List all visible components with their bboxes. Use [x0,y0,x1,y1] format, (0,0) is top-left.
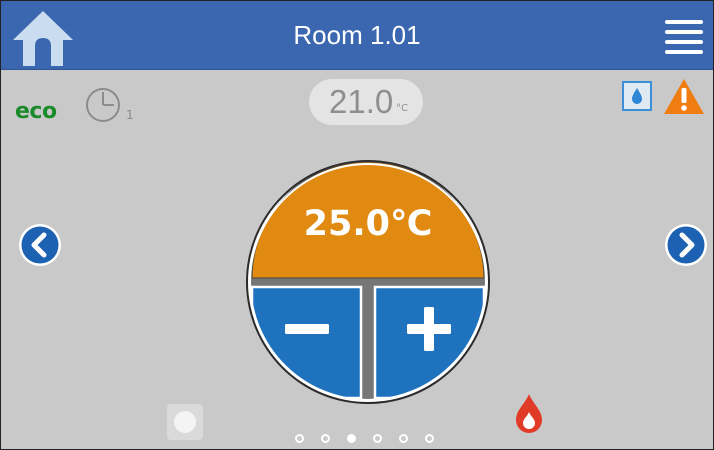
toggle-button[interactable] [167,404,203,440]
eco-mode-label[interactable]: eco [15,99,57,124]
current-temperature-pill: 21.0 °C [309,79,423,125]
decrease-temperature-button[interactable] [254,289,361,395]
increase-temperature-button[interactable] [377,289,484,395]
header-bar: Room 1.01 [1,1,713,70]
current-temperature-unit: °C [396,103,408,114]
hamburger-menu-icon [665,20,703,54]
page-dot-2[interactable] [321,434,330,443]
warning-icon[interactable] [663,77,705,115]
current-temperature-value: 21.0 [329,83,394,120]
schedule-number: 1 [126,108,134,122]
target-temperature: 25.0℃ [303,204,433,244]
page-dot-1[interactable] [295,434,304,443]
humidity-badge[interactable] [622,81,652,111]
thermostat-screen: Room 1.01 eco 1 21.0 °C 25.0℃ [0,0,714,450]
clock-icon[interactable] [83,87,125,123]
page-dot-6[interactable] [425,434,434,443]
page-dot-3[interactable] [347,434,356,443]
next-page-button[interactable] [664,223,708,267]
page-title: Room 1.01 [293,20,421,50]
menu-button[interactable] [665,20,703,54]
water-drop-icon [632,88,642,104]
toggle-knob [174,411,196,433]
page-dot-4[interactable] [373,434,382,443]
flame-icon [516,394,542,433]
page-dot-5[interactable] [399,434,408,443]
previous-page-button[interactable] [18,223,62,267]
